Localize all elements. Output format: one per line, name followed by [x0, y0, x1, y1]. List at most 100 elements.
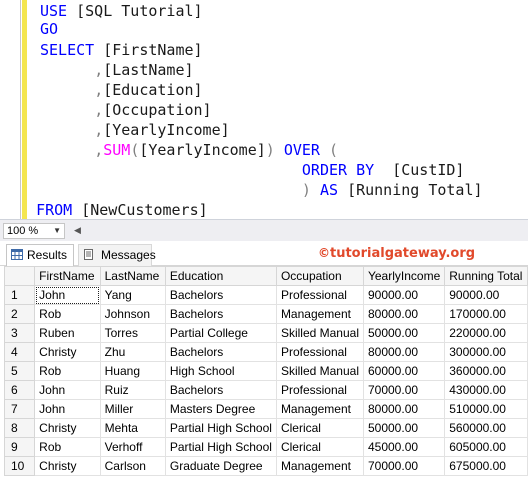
- table-cell[interactable]: Professional: [275, 285, 364, 305]
- code-line[interactable]: ,[Occupation]: [40, 100, 211, 120]
- table-cell[interactable]: Bachelors: [164, 285, 277, 305]
- table-cell[interactable]: 220000.00: [444, 323, 528, 343]
- table-cell[interactable]: Mehta: [99, 418, 166, 438]
- table-cell[interactable]: Management: [275, 399, 364, 419]
- column-header[interactable]: FirstName: [34, 266, 101, 286]
- table-row[interactable]: 4 Christy Zhu Bachelors Professional 80000.00…: [3, 342, 528, 362]
- table-cell[interactable]: Skilled Manual: [275, 361, 364, 381]
- table-cell[interactable]: Miller: [99, 399, 166, 419]
- table-cell[interactable]: Masters Degree: [164, 399, 277, 419]
- scroll-left-icon[interactable]: ◀: [74, 225, 81, 236]
- row-number[interactable]: 1: [3, 285, 36, 305]
- row-number[interactable]: 7: [3, 399, 36, 419]
- sql-editor[interactable]: USE [SQL Tutorial] GO SELECT [FirstName] ,…: [0, 0, 528, 219]
- table-cell[interactable]: 80000.00: [362, 399, 446, 419]
- table-cell[interactable]: 90000.00: [444, 285, 528, 305]
- tab-messages[interactable]: Messages: [78, 244, 156, 266]
- table-row[interactable]: 6 John Ruiz Bachelors Professional 70000.00 43…: [3, 380, 528, 400]
- table-cell[interactable]: Christy: [34, 418, 101, 438]
- table-cell[interactable]: Carlson: [99, 456, 166, 476]
- table-row[interactable]: 7 John Miller Masters Degree Management 80000…: [3, 399, 528, 419]
- table-row[interactable]: 8 Christy Mehta Partial High School Clerical…: [3, 418, 528, 438]
- table-cell[interactable]: Graduate Degree: [164, 456, 277, 476]
- table-cell[interactable]: 360000.00: [444, 361, 528, 381]
- table-cell[interactable]: Management: [275, 304, 364, 324]
- table-cell[interactable]: 50000.00: [362, 418, 446, 438]
- table-cell[interactable]: Torres: [99, 323, 166, 343]
- column-header[interactable]: YearlyIncome: [362, 266, 446, 286]
- table-cell[interactable]: John: [34, 285, 101, 305]
- table-cell[interactable]: Ruben: [34, 323, 101, 343]
- code-line[interactable]: ,[YearlyIncome]: [40, 120, 229, 140]
- row-number-header[interactable]: [3, 266, 36, 286]
- code-line[interactable]: USE [SQL Tutorial]: [40, 1, 203, 21]
- code-line[interactable]: SELECT [FirstName]: [40, 40, 203, 60]
- row-number[interactable]: 10: [3, 456, 36, 476]
- table-cell[interactable]: Management: [275, 456, 364, 476]
- table-cell[interactable]: Yang: [99, 285, 166, 305]
- table-cell[interactable]: 70000.00: [362, 456, 446, 476]
- table-cell[interactable]: John: [34, 399, 101, 419]
- table-row[interactable]: 2 Rob Johnson Bachelors Management 80000.00 17…: [3, 304, 528, 324]
- row-number[interactable]: 9: [3, 437, 36, 457]
- table-cell[interactable]: Bachelors: [164, 380, 277, 400]
- table-cell[interactable]: Verhoff: [99, 437, 166, 457]
- table-cell[interactable]: Christy: [34, 342, 101, 362]
- code-line[interactable]: ORDER BY [CustID]: [40, 160, 465, 180]
- table-cell[interactable]: Partial College: [164, 323, 277, 343]
- table-cell[interactable]: 60000.00: [362, 361, 446, 381]
- table-row[interactable]: 10 Christy Carlson Graduate Degree Managemen…: [3, 456, 528, 476]
- table-cell[interactable]: 80000.00: [362, 304, 446, 324]
- table-cell[interactable]: Christy: [34, 456, 101, 476]
- column-header[interactable]: Occupation: [275, 266, 364, 286]
- code-line[interactable]: GO: [40, 19, 58, 39]
- table-cell[interactable]: 430000.00: [444, 380, 528, 400]
- zoom-dropdown[interactable]: 100 % ▼: [3, 223, 65, 239]
- row-number[interactable]: 8: [3, 418, 36, 438]
- table-cell[interactable]: Skilled Manual: [275, 323, 364, 343]
- table-cell[interactable]: Rob: [34, 304, 101, 324]
- table-row[interactable]: 1 John Yang Bachelors Professional 90000.00 90…: [3, 285, 528, 305]
- code-line[interactable]: ,[LastName]: [40, 60, 193, 80]
- table-cell[interactable]: High School: [164, 361, 277, 381]
- column-header[interactable]: Running Total: [444, 266, 528, 286]
- code-line[interactable]: FROM [NewCustomers]: [18, 200, 208, 220]
- table-cell[interactable]: 300000.00: [444, 342, 528, 362]
- code-line[interactable]: ) AS [Running Total]: [40, 180, 483, 200]
- table-cell[interactable]: John: [34, 380, 101, 400]
- table-cell[interactable]: 50000.00: [362, 323, 446, 343]
- table-cell[interactable]: 560000.00: [444, 418, 528, 438]
- table-cell[interactable]: Rob: [34, 361, 101, 381]
- table-row[interactable]: 9 Rob Verhoff Partial High School Clerical 45…: [3, 437, 528, 457]
- table-cell[interactable]: 45000.00: [362, 437, 446, 457]
- code-line[interactable]: ,SUM([YearlyIncome]) OVER (: [40, 140, 338, 160]
- code-line[interactable]: ,[Education]: [40, 80, 202, 100]
- table-row[interactable]: 3 Ruben Torres Partial College Skilled Manua…: [3, 323, 528, 343]
- column-header[interactable]: Education: [164, 266, 277, 286]
- table-cell[interactable]: 605000.00: [444, 437, 528, 457]
- table-cell[interactable]: 675000.00: [444, 456, 528, 476]
- table-cell[interactable]: Clerical: [275, 418, 364, 438]
- table-cell[interactable]: 170000.00: [444, 304, 528, 324]
- table-cell[interactable]: Rob: [34, 437, 101, 457]
- table-cell[interactable]: Huang: [99, 361, 166, 381]
- horizontal-scrollbar[interactable]: ◀: [74, 225, 524, 237]
- table-cell[interactable]: 80000.00: [362, 342, 446, 362]
- row-number[interactable]: 2: [3, 304, 36, 324]
- table-cell[interactable]: Professional: [275, 380, 364, 400]
- row-number[interactable]: 4: [3, 342, 36, 362]
- row-number[interactable]: 6: [3, 380, 36, 400]
- table-cell[interactable]: Partial High School: [164, 418, 277, 438]
- row-number[interactable]: 5: [3, 361, 36, 381]
- table-cell[interactable]: Bachelors: [164, 304, 277, 324]
- tab-results[interactable]: Results: [6, 244, 74, 266]
- table-cell[interactable]: Professional: [275, 342, 364, 362]
- table-cell[interactable]: 70000.00: [362, 380, 446, 400]
- table-cell[interactable]: Zhu: [99, 342, 166, 362]
- column-header[interactable]: LastName: [99, 266, 166, 286]
- table-row[interactable]: 5 Rob Huang High School Skilled Manual 60000.…: [3, 361, 528, 381]
- table-cell[interactable]: Clerical: [275, 437, 364, 457]
- table-cell[interactable]: Johnson: [99, 304, 166, 324]
- table-cell[interactable]: Bachelors: [164, 342, 277, 362]
- table-cell[interactable]: 510000.00: [444, 399, 528, 419]
